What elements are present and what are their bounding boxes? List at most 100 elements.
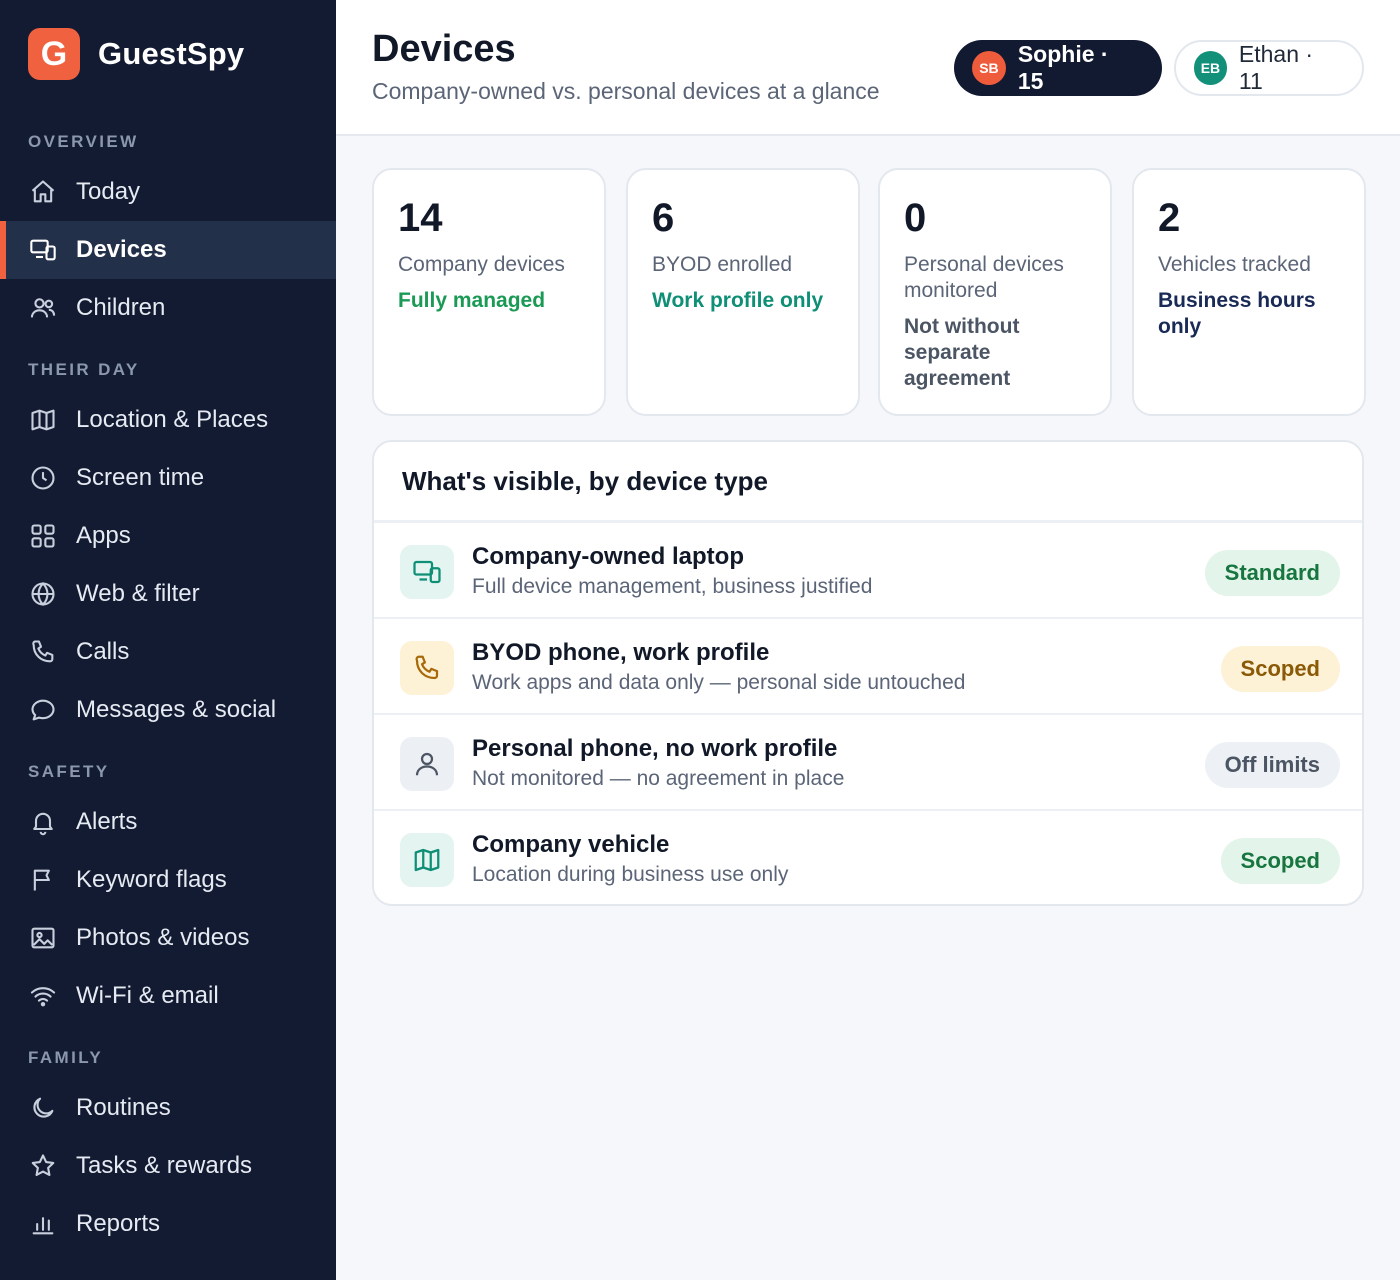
row-title: Personal phone, no work profile	[472, 735, 838, 762]
sidebar-item-label: Routines	[76, 1094, 171, 1121]
stat-card-byod-enrolled: 6 BYOD enrolled Work profile only	[626, 168, 860, 416]
map-icon	[400, 833, 454, 887]
sidebar-item-children[interactable]: Children	[0, 279, 336, 337]
sidebar-item-label: Calls	[76, 638, 130, 665]
device-type-row-vehicle[interactable]: Company vehicle Location during business…	[374, 809, 1362, 904]
apps-grid-icon	[28, 521, 58, 551]
sidebar-item-keyword-flags[interactable]: Keyword flags	[0, 851, 336, 909]
stat-note: Fully managed	[398, 289, 546, 312]
app-name: GuestSpy	[98, 36, 245, 71]
sidebar-item-label: Wi-Fi & email	[76, 982, 219, 1009]
bell-icon	[28, 807, 58, 837]
sidebar-item-label: Devices	[76, 236, 167, 263]
device-type-row-laptop[interactable]: Company-owned laptop Full device managem…	[374, 521, 1362, 617]
wifi-icon	[28, 981, 58, 1011]
sidebar-item-label: Children	[76, 294, 166, 321]
sidebar-item-alerts[interactable]: Alerts	[0, 793, 336, 851]
profile-label: Sophie · 15	[1017, 41, 1109, 94]
stat-card-vehicles: 2 Vehicles tracked Business hours only	[1132, 168, 1366, 416]
status-badge: Scoped	[1220, 838, 1340, 884]
stat-value: 0	[904, 196, 927, 240]
app-logo: G	[28, 28, 80, 80]
row-title: BYOD phone, work profile	[472, 639, 770, 666]
page-subtitle: Company-owned vs. personal devices at a …	[372, 78, 880, 104]
status-badge: Standard	[1204, 550, 1340, 596]
person-icon	[400, 737, 454, 791]
row-title: Company vehicle	[472, 831, 670, 858]
sidebar-item-label: Today	[76, 178, 141, 205]
profile-chip-ethan[interactable]: EB Ethan · 11	[1174, 40, 1364, 96]
sidebar-item-label: Photos & videos	[76, 924, 250, 951]
sidebar-item-label: Keyword flags	[76, 866, 227, 893]
sidebar-item-apps[interactable]: Apps	[0, 507, 336, 565]
stat-note: Business hours only	[1158, 289, 1316, 338]
moon-icon	[28, 1093, 58, 1123]
row-description: Full device management, business justifi…	[472, 575, 873, 598]
stat-value: 6	[652, 196, 675, 240]
star-icon	[28, 1151, 58, 1181]
sidebar-item-location[interactable]: Location & Places	[0, 391, 336, 449]
sidebar-item-label: Location & Places	[76, 406, 269, 433]
sidebar-item-label: Reports	[76, 1210, 161, 1237]
users-icon	[28, 293, 58, 323]
section-their-day: THEIR DAY	[28, 360, 140, 379]
stat-label: Vehicles tracked	[1158, 253, 1311, 276]
sidebar-item-reports[interactable]: Reports	[0, 1195, 336, 1253]
image-icon	[28, 923, 58, 953]
row-description: Work apps and data only — personal side …	[472, 671, 966, 694]
page-header: Devices Company-owned vs. personal devic…	[336, 0, 1400, 136]
device-type-row-personal[interactable]: Personal phone, no work profile Not moni…	[374, 713, 1362, 809]
page-title: Devices	[372, 28, 516, 70]
stat-value: 14	[398, 196, 443, 240]
device-type-row-byod[interactable]: BYOD phone, work profile Work apps and d…	[374, 617, 1362, 713]
sidebar-item-devices[interactable]: Devices	[0, 221, 336, 279]
phone-icon	[28, 637, 58, 667]
stat-label: Personal devices monitored	[904, 253, 1064, 302]
sidebar-item-screen-time[interactable]: Screen time	[0, 449, 336, 507]
sidebar-item-today[interactable]: Today	[0, 163, 336, 221]
visibility-panel: What's visible, by device type Company-o…	[372, 440, 1364, 906]
stat-label: BYOD enrolled	[652, 253, 793, 276]
row-description: Not monitored — no agreement in place	[472, 767, 845, 790]
sidebar: G GuestSpy OVERVIEW Today Devices Childr…	[0, 0, 336, 1280]
stat-value: 2	[1158, 196, 1181, 240]
section-safety: SAFETY	[28, 762, 110, 781]
sidebar-item-label: Screen time	[76, 464, 205, 491]
devices-icon	[28, 235, 58, 265]
avatar: SB	[972, 51, 1006, 85]
stat-card-company-devices: 14 Company devices Fully managed	[372, 168, 606, 416]
profile-label: Ethan · 11	[1238, 41, 1314, 94]
row-description: Location during business use only	[472, 863, 789, 886]
flag-icon	[28, 865, 58, 895]
stat-label: Company devices	[398, 253, 565, 276]
sidebar-item-messages[interactable]: Messages & social	[0, 681, 336, 739]
sidebar-item-label: Web & filter	[76, 580, 200, 607]
sidebar-item-label: Messages & social	[76, 696, 277, 723]
home-icon	[28, 177, 58, 207]
bar-chart-icon	[28, 1209, 58, 1239]
phone-icon	[400, 641, 454, 695]
sidebar-item-calls[interactable]: Calls	[0, 623, 336, 681]
section-overview: OVERVIEW	[28, 132, 139, 151]
sidebar-item-wifi[interactable]: Wi-Fi & email	[0, 967, 336, 1025]
profile-chip-sophie[interactable]: SB Sophie · 15	[954, 40, 1162, 96]
map-icon	[28, 405, 58, 435]
row-title: Company-owned laptop	[472, 543, 744, 570]
panel-title: What's visible, by device type	[402, 466, 768, 496]
avatar: EB	[1194, 51, 1227, 85]
stat-note: Not without separate agreement	[904, 315, 1020, 390]
stat-note: Work profile only	[652, 289, 824, 312]
sidebar-item-label: Alerts	[76, 808, 138, 835]
brand[interactable]: G GuestSpy	[28, 28, 244, 80]
globe-icon	[28, 579, 58, 609]
status-badge: Scoped	[1220, 646, 1340, 692]
sidebar-item-web-filter[interactable]: Web & filter	[0, 565, 336, 623]
chat-bubble-icon	[28, 695, 58, 725]
sidebar-item-tasks[interactable]: Tasks & rewards	[0, 1137, 336, 1195]
sidebar-item-label: Apps	[76, 522, 131, 549]
sidebar-item-photos[interactable]: Photos & videos	[0, 909, 336, 967]
clock-icon	[28, 463, 58, 493]
sidebar-item-routines[interactable]: Routines	[0, 1079, 336, 1137]
sidebar-item-label: Tasks & rewards	[76, 1152, 253, 1179]
devices-icon	[400, 545, 454, 599]
